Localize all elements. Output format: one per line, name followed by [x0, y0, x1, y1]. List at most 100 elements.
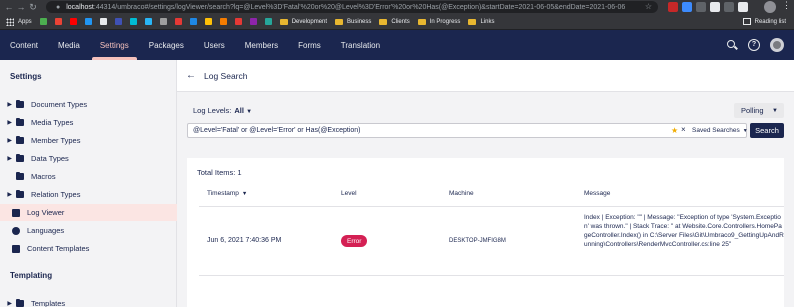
level-badge-error: Error: [341, 235, 368, 247]
row-message[interactable]: Index | Exception: "" | Message: "Except…: [584, 213, 784, 249]
tree-item-label: Templates: [31, 299, 66, 307]
log-levels-filter[interactable]: Log Levels: All ▼: [193, 106, 252, 115]
bookmark-icon-link[interactable]: [159, 18, 167, 25]
bookmark-icon-link[interactable]: [129, 18, 137, 25]
tree-item-label: Macros: [31, 172, 56, 181]
extension-icon[interactable]: [724, 2, 734, 12]
user-avatar[interactable]: [770, 38, 784, 52]
tree-item-label: Data Types: [31, 154, 69, 163]
bookmark-icon-link[interactable]: [84, 18, 92, 25]
folder-icon: [335, 18, 344, 25]
folder-icon: [16, 135, 24, 144]
section-packages[interactable]: Packages: [139, 30, 194, 60]
bookmark-folder-development[interactable]: Development: [279, 18, 327, 25]
lock-icon: ●: [56, 3, 61, 11]
tree-item-content-templates[interactable]: Content Templates: [0, 240, 177, 257]
save-search-star-icon[interactable]: ★: [671, 126, 678, 135]
help-icon[interactable]: ?: [748, 39, 760, 51]
tree-item-document-types[interactable]: ▶ Document Types: [0, 96, 177, 113]
profile-avatar[interactable]: [764, 1, 776, 13]
caret-right-icon[interactable]: ▶: [0, 119, 12, 126]
section-media[interactable]: Media: [48, 30, 90, 60]
row-timestamp[interactable]: Jun 6, 2021 7:40:36 PM: [207, 237, 281, 244]
bookmark-apps[interactable]: Apps: [6, 17, 32, 26]
bookmark-star-icon[interactable]: ☆: [645, 2, 652, 11]
tree-item-label: Relation Types: [31, 190, 81, 199]
bookmark-folder-business[interactable]: Business: [335, 18, 371, 25]
query-input[interactable]: @Level='Fatal' or @Level='Error' or Has(…: [187, 123, 748, 138]
section-forms[interactable]: Forms: [288, 30, 331, 60]
bookmark-icon-link[interactable]: [99, 18, 107, 25]
site-favicon-icon: [234, 18, 242, 25]
reload-icon[interactable]: ↻: [27, 2, 39, 13]
tree-item-member-types[interactable]: ▶ Member Types: [0, 132, 177, 149]
caret-right-icon[interactable]: ▶: [0, 137, 12, 144]
bookmark-folder-links[interactable]: Links: [468, 18, 494, 25]
tree-item-relation-types[interactable]: ▶ Relation Types: [0, 186, 177, 203]
more-menu-icon[interactable]: ⋮: [782, 0, 791, 11]
chevron-down-icon: ▼: [742, 128, 748, 134]
forward-nav-icon[interactable]: →: [15, 2, 27, 12]
bookmark-icon-link[interactable]: [249, 18, 257, 25]
site-favicon-icon: [39, 18, 47, 25]
tree-item-templates[interactable]: ▶ Templates: [0, 295, 177, 307]
site-favicon-icon: [174, 18, 182, 25]
reading-list[interactable]: Reading list: [742, 18, 786, 25]
section-translation[interactable]: Translation: [331, 30, 390, 60]
address-bar[interactable]: ● localhost:44314/umbraco#/settings/logV…: [46, 1, 658, 13]
search-icon[interactable]: [726, 39, 738, 51]
saved-searches-dropdown[interactable]: Saved Searches ▼: [692, 127, 748, 134]
folder-icon: [16, 153, 24, 162]
extension-icon[interactable]: [682, 2, 692, 12]
site-favicon-icon: [204, 18, 212, 25]
tree-item-log-viewer[interactable]: Log Viewer: [0, 204, 177, 221]
caret-right-icon[interactable]: ▶: [0, 191, 12, 198]
bookmark-icon-link[interactable]: [114, 18, 122, 25]
bookmark-icon-link[interactable]: [204, 18, 212, 25]
extension-icon[interactable]: [710, 2, 720, 12]
extension-icon[interactable]: [696, 2, 706, 12]
log-levels-value[interactable]: All: [234, 106, 244, 115]
caret-right-icon[interactable]: ▶: [0, 155, 12, 162]
extension-icon[interactable]: [668, 2, 678, 12]
caret-right-icon[interactable]: ▶: [0, 101, 12, 108]
search-button[interactable]: Search: [750, 123, 784, 138]
clear-query-icon[interactable]: ×: [681, 125, 686, 134]
bookmark-icon-link[interactable]: [234, 18, 242, 25]
section-content[interactable]: Content: [0, 30, 48, 60]
column-header-timestamp[interactable]: Timestamp ▼: [207, 190, 247, 197]
bookmark-icon-link[interactable]: [54, 18, 62, 25]
folder-icon: [16, 99, 24, 108]
section-users[interactable]: Users: [194, 30, 235, 60]
extensions-puzzle-icon[interactable]: [738, 2, 748, 12]
bookmark-icon-link[interactable]: [174, 18, 182, 25]
tree-item-label: Log Viewer: [27, 208, 65, 217]
bookmark-folder-clients[interactable]: Clients: [379, 18, 410, 25]
log-search-panel: ← Log Search Log Levels: All ▼ Polling ▼ …: [177, 60, 794, 307]
youtube-icon: [69, 18, 77, 25]
section-settings[interactable]: Settings: [90, 30, 139, 60]
query-text[interactable]: @Level='Fatal' or @Level='Error' or Has(…: [193, 127, 361, 134]
chevron-down-icon[interactable]: ▼: [246, 109, 252, 115]
tree-item-media-types[interactable]: ▶ Media Types: [0, 114, 177, 131]
caret-right-icon[interactable]: ▶: [0, 300, 12, 307]
tree-item-macros[interactable]: Macros: [0, 168, 177, 185]
bookmark-icon-link[interactable]: [219, 18, 227, 25]
bookmark-icon-link[interactable]: [144, 18, 152, 25]
tree-item-languages[interactable]: Languages: [0, 222, 177, 239]
folder-icon: [16, 171, 24, 180]
site-favicon-icon: [159, 18, 167, 25]
bookmark-folder-in-progress[interactable]: In Progress: [417, 18, 460, 25]
bookmark-icon-link[interactable]: [39, 18, 47, 25]
back-arrow-icon[interactable]: ←: [186, 70, 196, 81]
section-members[interactable]: Members: [235, 30, 288, 60]
bookmark-icon-link[interactable]: [69, 18, 77, 25]
tree-item-data-types[interactable]: ▶ Data Types: [0, 150, 177, 167]
sort-desc-icon: ▼: [241, 191, 248, 197]
polling-dropdown[interactable]: Polling ▼: [734, 103, 784, 118]
browser-toolbar: ← → ↻ ● localhost:44314/umbraco#/setting…: [0, 0, 794, 14]
tree-item-label: Document Types: [31, 100, 88, 109]
back-nav-icon[interactable]: ←: [3, 2, 15, 12]
bookmark-icon-link[interactable]: [189, 18, 197, 25]
bookmark-icon-link[interactable]: [264, 18, 272, 25]
